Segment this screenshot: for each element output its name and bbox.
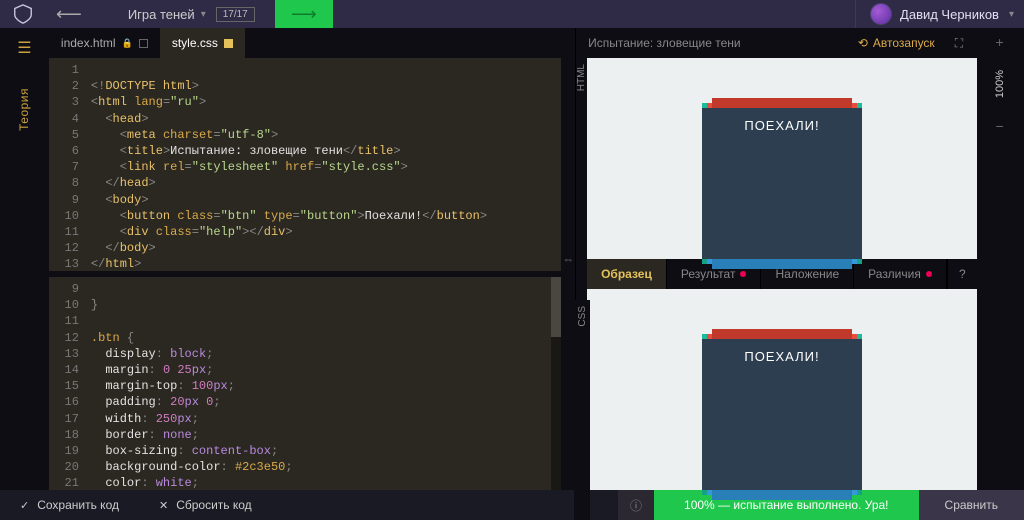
save-button[interactable]: ✓Сохранить код [0,490,139,520]
theory-tab[interactable]: Теория [17,88,31,131]
demo-button: ПОЕХАЛИ! [702,339,862,490]
demo-button: ПОЕХАЛИ! [702,108,862,259]
tab-index-html[interactable]: index.html 🔒 [49,28,160,58]
css-editor[interactable]: 91011121314151617181920212223242526 } .b… [49,277,562,490]
autorun-toggle[interactable]: ⟲ Автозапуск [858,36,935,50]
tab-indicator [224,39,233,48]
avatar [870,3,892,25]
result-preview: ПОЕХАЛИ! [587,58,977,259]
user-menu[interactable]: Давид Черников ▾ [855,0,1014,28]
reset-button[interactable]: ✕Сбросить код [139,490,272,520]
check-icon: ✓ [20,499,29,512]
html-label: HTML [576,64,587,91]
code-html: <!DOCTYPE html> <html lang="ru"> <head> … [85,58,487,271]
lock-icon: 🔒 [122,38,133,49]
course-title[interactable]: Игра теней ▾ [128,7,206,22]
dot-icon [926,271,932,277]
fullscreen-icon[interactable]: ⛶ [955,36,963,51]
tab-label: index.html [61,36,116,50]
dot-icon [740,271,746,277]
css-label: CSS [577,306,588,327]
tab-indicator [139,39,148,48]
sample-preview: ПОЕХАЛИ! [587,289,977,490]
tab-result[interactable]: Результат [667,259,762,289]
chevron-down-icon: ▾ [201,9,206,20]
zoom-out-button[interactable]: − [995,118,1003,134]
gutter: 12345678910111213 [49,58,85,271]
logo[interactable] [10,1,36,27]
zoom-level: 100% [994,70,1006,98]
close-icon: ✕ [159,499,168,512]
compare-button[interactable]: Сравнить [919,490,1024,520]
gutter: 91011121314151617181920212223242526 [49,277,85,490]
task-title: Испытание: зловещие тени [588,36,741,50]
tab-overlay[interactable]: Наложение [761,259,854,289]
status-message: 100% — испытание выполнено. Ура! [654,490,919,520]
next-task-button[interactable]: ⟶ [275,0,333,28]
html-editor[interactable]: 12345678910111213 <!DOCTYPE html> <html … [49,58,562,271]
course-title-text: Игра теней [128,7,195,22]
reload-icon: ⟲ [858,36,868,50]
user-name: Давид Черников [900,7,999,22]
tab-diff[interactable]: Различия [854,259,947,289]
tab-sample[interactable]: Образец [587,259,667,289]
prev-task-button[interactable]: ⟵ [50,2,88,27]
info-icon[interactable]: ⓘ [618,490,654,520]
tab-label: style.css [172,36,218,50]
zoom-in-button[interactable]: + [995,34,1003,50]
arrow-right-icon: ⟶ [291,4,317,25]
menu-icon[interactable]: ☰ [17,28,31,68]
scrollbar[interactable] [551,277,561,490]
code-css: } .btn { display: block; margin: 0 25px;… [85,277,293,490]
tab-style-css[interactable]: style.css [160,28,245,58]
task-counter: 17/17 [216,7,255,22]
chevron-down-icon: ▾ [1009,9,1014,20]
tab-help[interactable]: ? [947,259,977,289]
